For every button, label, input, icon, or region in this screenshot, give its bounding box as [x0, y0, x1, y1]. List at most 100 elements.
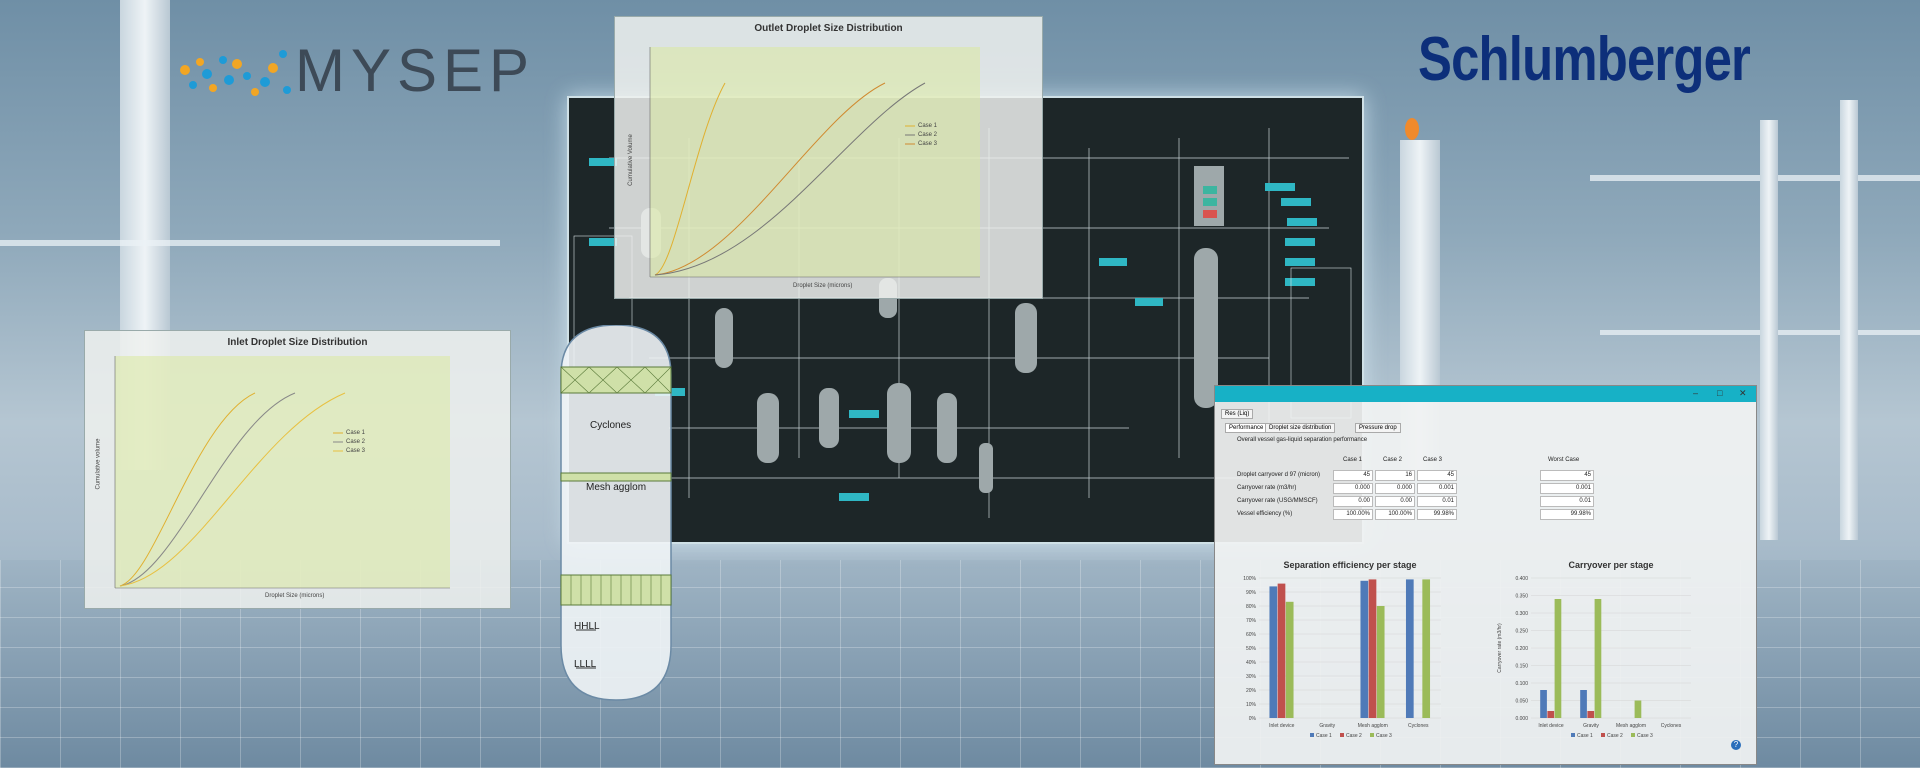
bar [1594, 599, 1602, 718]
vessel-mesh-label: Mesh agglom [586, 482, 647, 493]
x-tick-label: Cyclones [1408, 723, 1429, 729]
y-tick-label: 0.300 [1515, 611, 1528, 617]
close-button[interactable]: ✕ [1739, 388, 1747, 399]
bar [1540, 690, 1547, 718]
schlumberger-logo: Schlumberger [1418, 25, 1751, 94]
outlet-distribution-chart: Outlet Droplet Size Distribution Case 1 … [614, 16, 1043, 299]
column-header-case1: Case 1 [1343, 457, 1363, 463]
chart-title: Carryover per stage [1568, 560, 1653, 570]
legend-swatch [1631, 733, 1635, 737]
legend-entry: Case 3 [1637, 733, 1653, 739]
x-tick-label: Inlet device [1269, 723, 1295, 729]
outlet-legend-case1: Case 1 [918, 123, 938, 129]
y-tick-label: 0.150 [1515, 664, 1528, 670]
y-tick-label: 50% [1246, 646, 1257, 652]
bar [1285, 601, 1294, 718]
vessel-hhll-label: HHLL [574, 621, 600, 632]
y-tick-label: 90% [1246, 590, 1257, 596]
legend-entry: Case 1 [1316, 733, 1332, 739]
mysep-logo-text: MYSEP [295, 37, 536, 104]
mysep-logo: MYSEP [175, 30, 535, 110]
results-window-titlebar[interactable]: – □ ✕ [1215, 386, 1756, 402]
legend-swatch [1340, 733, 1344, 737]
vessel-lll-label: LLLL [574, 659, 597, 670]
bar [1277, 583, 1286, 718]
y-tick-label: 60% [1246, 632, 1257, 638]
value-cell: 0.00 [1375, 496, 1415, 507]
bar [1269, 586, 1278, 718]
minimize-button[interactable]: – [1693, 388, 1698, 398]
y-tick-label: 80% [1246, 604, 1257, 610]
bar [1405, 579, 1414, 718]
chart-title: Separation efficiency per stage [1283, 560, 1416, 570]
worst-value-cell: 45 [1540, 470, 1594, 481]
inlet-legend-case2: Case 2 [346, 439, 366, 445]
value-cell: 16 [1375, 470, 1415, 481]
y-tick-label: 0.050 [1515, 699, 1528, 705]
outlet-legend-case3: Case 3 [918, 141, 938, 147]
value-cell: 0.000 [1375, 483, 1415, 494]
y-tick-label: 70% [1246, 618, 1257, 624]
row-label: Vessel efficiency (%) [1237, 511, 1293, 517]
bar [1580, 690, 1587, 718]
background-structure-right [1590, 175, 1920, 181]
row-label: Droplet carryover d 97 (micron) [1237, 472, 1321, 478]
y-tick-label: 30% [1246, 674, 1257, 680]
outlet-legend-case2: Case 2 [918, 132, 938, 138]
worst-value-cell: 99.98% [1540, 509, 1594, 520]
value-cell: 0.001 [1417, 483, 1457, 494]
background-column-right [1760, 120, 1778, 540]
bar [1554, 599, 1562, 718]
column-header-case3: Case 3 [1423, 457, 1443, 463]
bar [1587, 711, 1595, 718]
value-cell: 45 [1417, 470, 1457, 481]
column-header-worst-case: Worst Case [1548, 457, 1580, 463]
legend-swatch [1310, 733, 1314, 737]
y-tick-label: 40% [1246, 660, 1257, 666]
x-tick-label: Gravity [1583, 723, 1599, 729]
y-tick-label: 0.250 [1515, 629, 1528, 635]
tab-pressure-drop[interactable]: Pressure drop [1355, 423, 1401, 433]
bar [1547, 711, 1555, 718]
bar [1634, 700, 1642, 718]
column-header-case2: Case 2 [1383, 457, 1403, 463]
row-label: Carryover rate (m3/hr) [1237, 485, 1297, 491]
value-cell: 100.00% [1333, 509, 1373, 520]
inlet-legend-case1: Case 1 [346, 430, 366, 436]
y-tick-label: 0.200 [1515, 646, 1528, 652]
value-cell: 0.000 [1333, 483, 1373, 494]
x-tick-label: Mesh agglom [1358, 723, 1388, 729]
maximize-button[interactable]: □ [1717, 388, 1722, 398]
outlet-chart-xlabel: Droplet Size (microns) [793, 283, 853, 289]
inlet-chart-xlabel: Droplet Size (microns) [265, 593, 325, 599]
x-tick-label: Mesh agglom [1616, 723, 1646, 729]
tab-droplet-size-distribution[interactable]: Droplet size distribution [1265, 423, 1336, 433]
legend-swatch [1601, 733, 1605, 737]
inlet-distribution-chart: Inlet Droplet Size Distribution Case 1 C… [84, 330, 511, 609]
help-icon[interactable]: ? [1731, 740, 1741, 750]
value-cell: 99.98% [1417, 509, 1457, 520]
inlet-legend-case3: Case 3 [346, 448, 366, 454]
tab-performance[interactable]: Performance [1225, 423, 1268, 433]
y-axis-label: Carryover rate (m3/hr) [1497, 623, 1503, 673]
y-tick-label: 10% [1246, 702, 1257, 708]
background-structure-left [0, 240, 500, 246]
vessel-cyclones-label: Cyclones [590, 420, 632, 431]
legend-swatch [1571, 733, 1575, 737]
row-label: Carryover rate (USG/MMSCF) [1237, 498, 1318, 504]
inlet-chart-ylabel: Cumulative volume [95, 438, 102, 490]
results-window[interactable]: – □ ✕ Res (Liq) Performance Droplet size… [1214, 385, 1757, 765]
bar [1422, 579, 1431, 718]
separator-vessel: Cyclones Mesh agglom HHLL LLLL [556, 324, 676, 705]
y-tick-label: 0.400 [1515, 576, 1528, 582]
outlet-chart-ylabel: Cumulative Volume [627, 134, 634, 186]
value-cell: 100.00% [1375, 509, 1415, 520]
bar [1360, 580, 1369, 718]
results-charts: Separation efficiency per stage 0% 10% 20% 3… [1243, 560, 1691, 739]
y-tick-label: 0% [1249, 716, 1257, 722]
background-flare [1405, 118, 1419, 140]
x-tick-label: Gravity [1319, 723, 1335, 729]
legend-entry: Case 2 [1607, 733, 1623, 739]
tab-main[interactable]: Res (Liq) [1221, 409, 1254, 419]
y-tick-label: 0.000 [1515, 716, 1528, 722]
